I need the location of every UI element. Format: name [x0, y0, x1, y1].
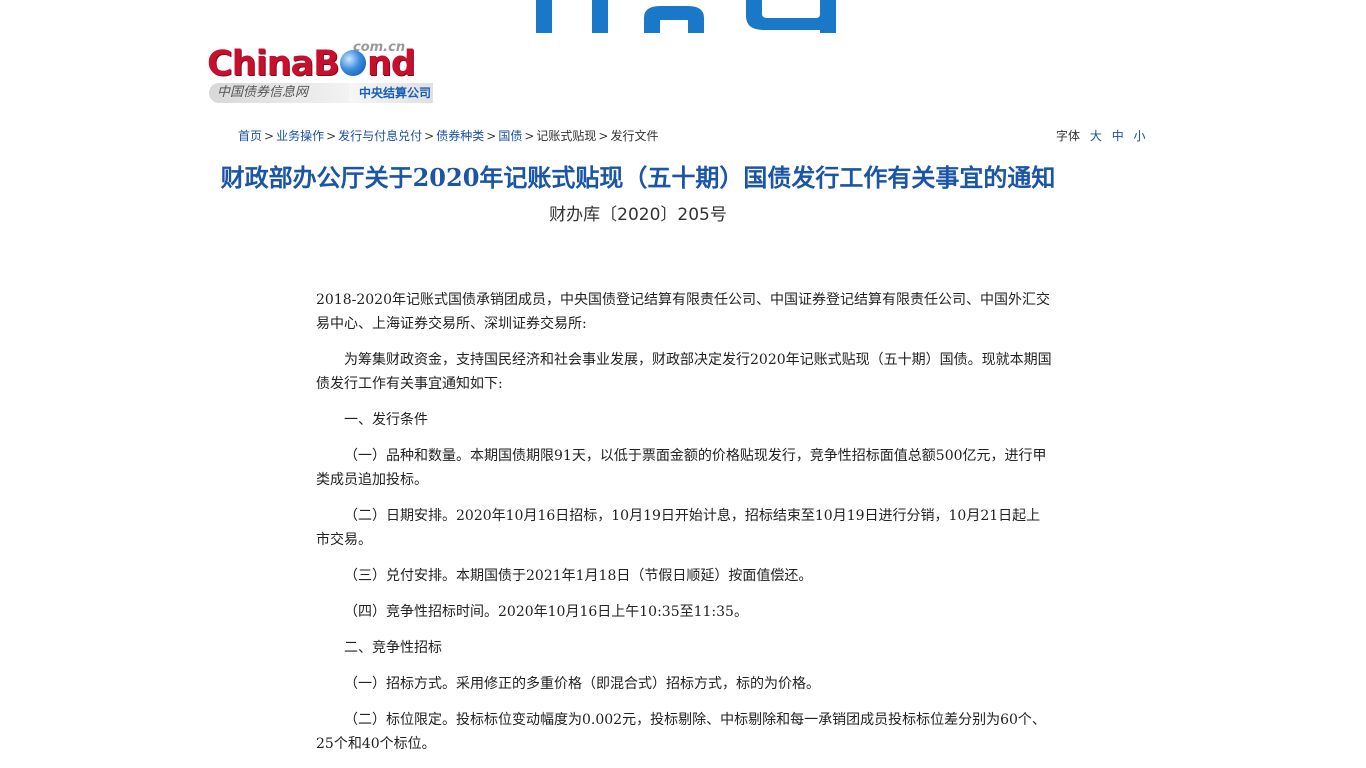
breadcrumb-separator: >	[326, 129, 337, 143]
banner-block-1	[536, 0, 552, 33]
breadcrumb-discount: 记账式贴现	[536, 129, 597, 143]
font-size-label: 字体	[1056, 129, 1081, 143]
banner-block-2	[592, 0, 608, 33]
banner-block-3	[644, 6, 704, 33]
breadcrumb-issuance[interactable]: 发行与付息兑付	[338, 129, 422, 143]
article-paragraph: （四）竞争性招标时间。2020年10月16日上午10:35至11:35。	[344, 604, 748, 620]
article-paragraph: （三）兑付安排。本期国债于2021年1月18日（节假日顺延）按面值偿还。	[344, 568, 813, 584]
globe-icon	[339, 50, 366, 76]
breadcrumb-separator: >	[598, 129, 609, 143]
article-paragraph: 2018-2020年记账式国债承销团成员，中央国债登记结算有限责任公司、中国证券…	[316, 292, 1050, 332]
chinabond-logo[interactable]: com.cn ChinaB nd 中国债券信息网 中央结算公司	[207, 40, 433, 106]
font-size-medium-link[interactable]: 中	[1112, 129, 1124, 143]
breadcrumb-current: 发行文件	[610, 129, 659, 143]
font-size-control: 字体 大 中 小	[1056, 127, 1146, 145]
breadcrumb-separator: >	[424, 129, 435, 143]
breadcrumb-separator: >	[524, 129, 535, 143]
breadcrumb-home[interactable]: 首页	[238, 129, 262, 143]
article-paragraph: （一）招标方式。采用修正的多重价格（即混合式）招标方式，标的为价格。	[344, 676, 820, 692]
breadcrumb-separator: >	[486, 129, 497, 143]
article-body: 2018-2020年记账式国债承销团成员，中央国债登记结算有限责任公司、中国证券…	[316, 288, 1054, 768]
logo-org: 中央结算公司	[349, 83, 433, 103]
banner-block-4	[746, 0, 836, 33]
article-paragraph: （一）品种和数量。本期国债期限91天，以低于票面金额的价格贴现发行，竞争性招标面…	[316, 448, 1047, 488]
font-size-small-link[interactable]: 小	[1134, 129, 1146, 143]
section-heading: 一、发行条件	[344, 412, 428, 428]
page: com.cn ChinaB nd 中国债券信息网 中央结算公司 首页 > 业务操作 > 发…	[0, 0, 1366, 768]
logo-wordmark: ChinaB nd	[207, 44, 416, 84]
breadcrumb-separator: >	[264, 129, 275, 143]
logo-wordmark-text: ChinaB nd	[207, 44, 416, 84]
article-title: 财政部办公厅关于2020年记账式贴现（五十期）国债发行工作有关事宜的通知	[220, 163, 1056, 192]
section-heading: 二、竞争性招标	[344, 640, 442, 656]
logo-subtitle: 中国债券信息网	[209, 83, 349, 103]
article-paragraph: （二）日期安排。2020年10月16日招标，10月19日开始计息，招标结束至10…	[316, 508, 1041, 548]
article-paragraph: （二）标位限定。投标标位变动幅度为0.002元，投标剔除、中标剔除和每一承销团成…	[316, 712, 1046, 752]
breadcrumb-bond-types[interactable]: 债券种类	[436, 129, 484, 143]
document-number: 财办库〔2020〕205号	[549, 205, 727, 225]
font-size-large-link[interactable]: 大	[1090, 129, 1102, 143]
banner-graphic	[536, 0, 836, 33]
breadcrumb-business[interactable]: 业务操作	[276, 129, 324, 143]
breadcrumb-treasury[interactable]: 国债	[498, 129, 522, 143]
breadcrumb: 首页 > 业务操作 > 发行与付息兑付 > 债券种类 > 国债 > 记账式贴现 > 发行文件	[238, 127, 658, 145]
article-paragraph: 为筹集财政资金，支持国民经济和社会事业发展，财政部决定发行2020年记账式贴现（…	[316, 352, 1052, 392]
